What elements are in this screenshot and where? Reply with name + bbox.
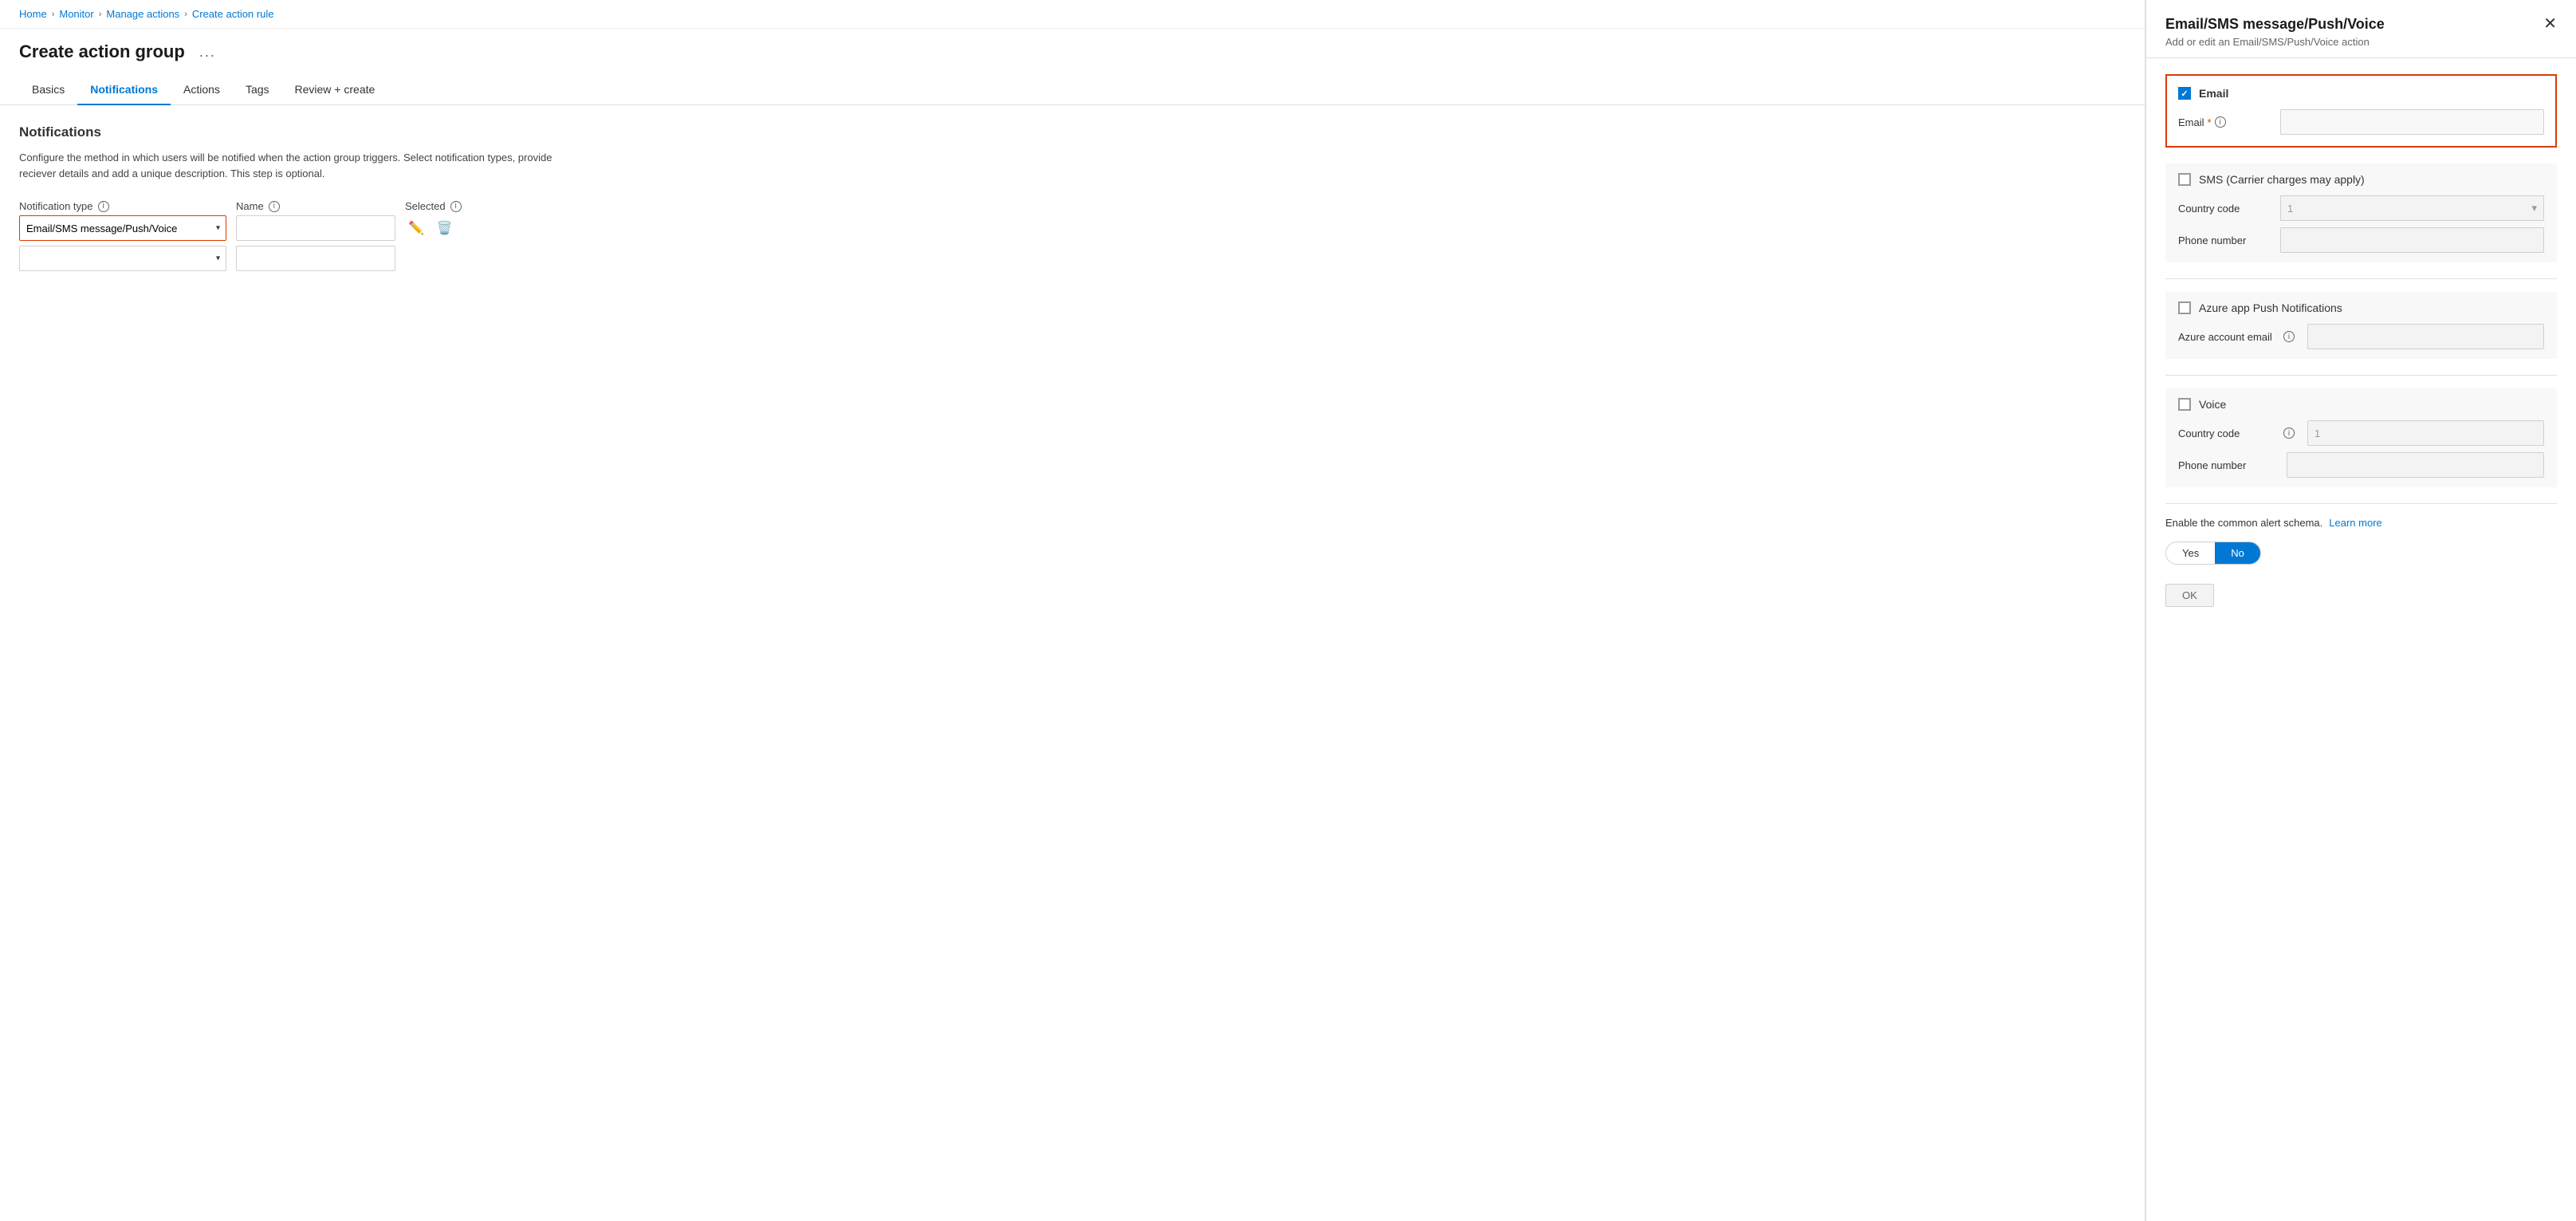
breadcrumb-home[interactable]: Home	[19, 8, 47, 20]
col-header-name: Name i	[236, 200, 395, 212]
sms-checkbox-row: SMS (Carrier charges may apply)	[2178, 173, 2544, 186]
section-title: Notifications	[19, 124, 2126, 140]
push-checkbox[interactable]	[2178, 301, 2191, 314]
alert-schema-label: Enable the common alert schema.	[2165, 517, 2322, 529]
sms-country-code-select[interactable]: 1 ▾	[2280, 195, 2544, 221]
breadcrumb-current: Create action rule	[192, 8, 274, 20]
sms-country-code-row: Country code 1 ▾	[2178, 195, 2544, 221]
notification-type-select-wrapper: Email/SMS message/Push/Voice ▾	[19, 215, 226, 241]
email-checkbox-row: ✓ Email	[2178, 87, 2544, 100]
toggle-group: Yes No	[2165, 542, 2261, 565]
ellipsis-button[interactable]: ...	[195, 42, 221, 62]
panel-content: ✓ Email Email * i SMS (Carrier charges m…	[2146, 58, 2576, 623]
tab-review-create[interactable]: Review + create	[282, 75, 388, 105]
voice-checkbox[interactable]	[2178, 398, 2191, 411]
voice-phone-label: Phone number	[2178, 459, 2274, 471]
email-label: Email	[2199, 87, 2228, 100]
sms-phone-input[interactable]	[2280, 227, 2544, 253]
alert-schema-section: Enable the common alert schema. Learn mo…	[2165, 517, 2557, 565]
tabs-container: Basics Notifications Actions Tags Review…	[0, 75, 2145, 105]
voice-checkbox-row: Voice	[2178, 398, 2544, 411]
email-info-icon[interactable]: i	[2215, 116, 2226, 128]
row-actions: ✏️ 🗑️	[405, 217, 2126, 239]
tab-basics[interactable]: Basics	[19, 75, 77, 105]
selected-info-icon[interactable]: i	[450, 201, 462, 212]
voice-phone-row: Phone number	[2178, 452, 2544, 478]
close-panel-button[interactable]: ✕	[2543, 16, 2557, 32]
voice-label: Voice	[2199, 398, 2226, 411]
ok-button-container: OK	[2165, 577, 2557, 607]
push-account-label: Azure account email	[2178, 331, 2274, 343]
email-section: ✓ Email Email * i	[2165, 74, 2557, 148]
sms-section: SMS (Carrier charges may apply) Country …	[2165, 163, 2557, 262]
edit-icon-button[interactable]: ✏️	[405, 217, 427, 239]
email-input[interactable]	[2280, 109, 2544, 135]
notification-type-dropdown[interactable]: Email/SMS message/Push/Voice	[19, 215, 226, 241]
notification-name-input-2[interactable]	[236, 246, 395, 271]
breadcrumb-manage-actions[interactable]: Manage actions	[106, 8, 179, 20]
push-email-row: Azure account email i	[2178, 324, 2544, 349]
notification-name-input-1[interactable]	[236, 215, 395, 241]
ok-button[interactable]: OK	[2165, 584, 2214, 607]
col-header-notification-type: Notification type i	[19, 200, 226, 212]
breadcrumb-monitor[interactable]: Monitor	[59, 8, 93, 20]
right-panel: Email/SMS message/Push/Voice Add or edit…	[2145, 0, 2576, 1221]
table-row: Email/SMS message/Push/Voice ▾ ✏️ 🗑️	[19, 215, 2126, 241]
push-label: Azure app Push Notifications	[2199, 301, 2342, 314]
sms-checkbox[interactable]	[2178, 173, 2191, 186]
push-checkbox-row: Azure app Push Notifications	[2178, 301, 2544, 314]
section-description: Configure the method in which users will…	[19, 150, 561, 181]
voice-country-input[interactable]	[2307, 420, 2544, 446]
notification-type-select-wrapper-2: ▾	[19, 246, 226, 271]
push-section: Azure app Push Notifications Azure accou…	[2165, 292, 2557, 359]
push-info-icon[interactable]: i	[2283, 331, 2295, 342]
notification-type-info-icon[interactable]: i	[98, 201, 109, 212]
divider-3	[2165, 503, 2557, 504]
required-indicator: *	[2208, 116, 2212, 128]
sms-label: SMS (Carrier charges may apply)	[2199, 173, 2365, 186]
delete-icon-button[interactable]: 🗑️	[434, 217, 456, 239]
name-info-icon[interactable]: i	[269, 201, 280, 212]
voice-phone-input[interactable]	[2287, 452, 2544, 478]
panel-subtitle: Add or edit an Email/SMS/Push/Voice acti…	[2165, 36, 2385, 48]
page-header: Create action group ...	[0, 29, 2145, 62]
sms-dropdown-chevron-icon: ▾	[2531, 202, 2537, 215]
notification-type-cell-2: ▾	[19, 246, 226, 271]
breadcrumb: Home › Monitor › Manage actions › Create…	[0, 0, 2145, 29]
sms-country-code-label: Country code	[2178, 203, 2274, 215]
notification-type-dropdown-2[interactable]	[19, 246, 226, 271]
sms-phone-label: Phone number	[2178, 234, 2274, 246]
panel-header: Email/SMS message/Push/Voice Add or edit…	[2146, 0, 2576, 58]
sms-phone-row: Phone number	[2178, 227, 2544, 253]
toggle-yes-button[interactable]: Yes	[2166, 542, 2215, 564]
email-field-label: Email * i	[2178, 116, 2274, 128]
divider-2	[2165, 375, 2557, 376]
tab-tags[interactable]: Tags	[233, 75, 282, 105]
tab-notifications[interactable]: Notifications	[77, 75, 171, 105]
divider-1	[2165, 278, 2557, 279]
tab-actions[interactable]: Actions	[171, 75, 233, 105]
email-field-row: Email * i	[2178, 109, 2544, 135]
notification-type-cell: Email/SMS message/Push/Voice ▾	[19, 215, 226, 241]
voice-country-info-icon[interactable]: i	[2283, 427, 2295, 439]
col-header-selected: Selected i	[405, 200, 462, 212]
panel-title: Email/SMS message/Push/Voice	[2165, 16, 2385, 33]
push-email-input[interactable]	[2307, 324, 2544, 349]
alert-schema-row: Enable the common alert schema. Learn mo…	[2165, 517, 2557, 529]
toggle-no-button[interactable]: No	[2215, 542, 2260, 564]
table-header: Notification type i Name i Selected i	[19, 200, 2126, 212]
learn-more-link[interactable]: Learn more	[2329, 517, 2381, 529]
table-row: ▾	[19, 246, 2126, 271]
page-title: Create action group	[19, 41, 185, 62]
voice-section: Voice Country code i Phone number	[2165, 388, 2557, 487]
voice-country-code-row: Country code i	[2178, 420, 2544, 446]
email-checkbox[interactable]: ✓	[2178, 87, 2191, 100]
voice-country-code-label: Country code	[2178, 427, 2274, 439]
